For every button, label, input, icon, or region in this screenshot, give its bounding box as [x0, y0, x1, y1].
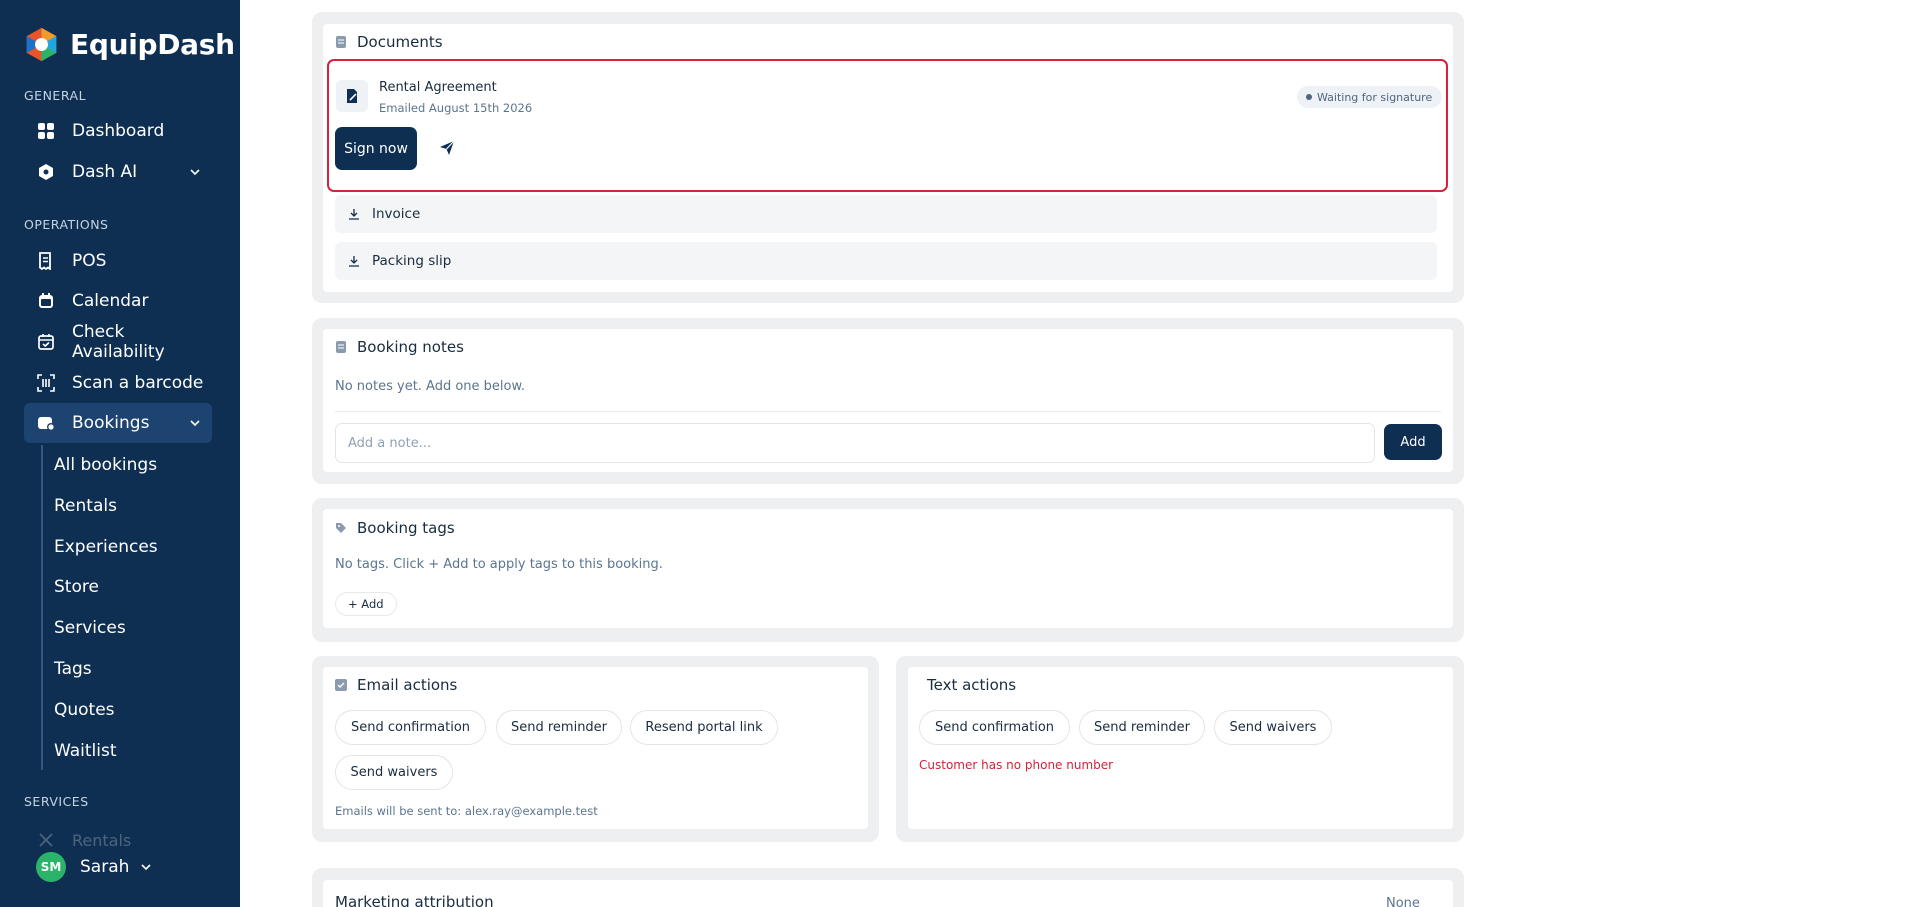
nav-calendar[interactable]: Calendar [24, 281, 212, 321]
download-icon [349, 256, 359, 267]
email-send-reminder-button[interactable]: Send reminder [496, 710, 622, 745]
user-menu[interactable]: SM Sarah [36, 852, 153, 882]
checkbox-icon [335, 679, 347, 691]
avatar: SM [36, 852, 66, 882]
ai-icon [37, 163, 55, 181]
tags-empty-text: No tags. Click + Add to apply tags to th… [335, 557, 663, 572]
sub-item-experiences[interactable]: Experiences [54, 532, 158, 562]
sub-item-quotes[interactable]: Quotes [54, 695, 115, 725]
email-recipient-note: Emails will be sent to: alex.ray@example… [335, 804, 598, 818]
download-icon [349, 209, 359, 220]
dashboard-icon [37, 122, 55, 140]
text-send-waivers-button[interactable]: Send waivers [1214, 710, 1332, 745]
documents-title: Documents [335, 33, 443, 51]
add-note-button[interactable]: Add [1384, 424, 1442, 460]
booking-notes-title-text: Booking notes [357, 338, 464, 356]
document-icon [336, 341, 346, 353]
nav-services-rentals[interactable]: Rentals [24, 830, 212, 850]
app-logo[interactable]: EquipDash [23, 26, 235, 63]
documents-title-text: Documents [357, 33, 443, 51]
nav-check-availability-label: Check Availability [72, 322, 165, 362]
section-general: GENERAL [24, 88, 87, 103]
add-tag-button[interactable]: + Add [335, 592, 397, 616]
nav-pos[interactable]: POS [24, 241, 212, 281]
nav-scan-barcode-label: Scan a barcode [72, 373, 204, 393]
email-send-waivers-button[interactable]: Send waivers [335, 755, 453, 790]
nav-pos-label: POS [72, 251, 107, 271]
nav-scan-barcode[interactable]: Scan a barcode [24, 363, 212, 403]
chevron-down-icon[interactable] [188, 165, 202, 179]
sub-item-all-bookings[interactable]: All bookings [54, 450, 157, 480]
chevron-down-icon[interactable] [188, 416, 202, 430]
email-resend-portal-link-button[interactable]: Resend portal link [630, 710, 778, 745]
sub-item-tags[interactable]: Tags [54, 654, 92, 684]
tag-icon [336, 523, 346, 533]
email-send-confirmation-button[interactable]: Send confirmation [335, 710, 486, 745]
email-actions-title-text: Email actions [357, 676, 458, 694]
nav-dash-ai[interactable]: Dash AI [24, 152, 212, 192]
divider [335, 411, 1441, 412]
marketing-attribution-title-text: Marketing attribution [335, 893, 494, 907]
document-icon [336, 36, 346, 48]
sub-item-store[interactable]: Store [54, 572, 99, 602]
booking-tags-title: Booking tags [335, 519, 455, 537]
invoice-row[interactable]: Invoice [335, 195, 1437, 233]
bookings-icon [37, 414, 55, 432]
calendar-icon [37, 292, 55, 310]
nav-calendar-label: Calendar [72, 291, 149, 311]
submenu-rail [41, 445, 43, 770]
app-name: EquipDash [70, 28, 235, 61]
nav-bookings[interactable]: Bookings [24, 403, 212, 443]
agreement-title: Rental Agreement [379, 80, 497, 95]
booking-notes-title: Booking notes [335, 338, 464, 356]
nav-services-rentals-label: Rentals [72, 830, 132, 850]
equipdash-logo-icon [26, 27, 57, 62]
text-actions-title: Text actions [927, 676, 1016, 694]
nav-dash-ai-label: Dash AI [72, 162, 138, 182]
text-send-reminder-button[interactable]: Send reminder [1079, 710, 1205, 745]
send-icon[interactable] [438, 139, 456, 157]
no-phone-error: Customer has no phone number [919, 758, 1114, 772]
packing-slip-row[interactable]: Packing slip [335, 242, 1437, 280]
nav-dashboard-label: Dashboard [72, 121, 165, 141]
sub-item-waitlist[interactable]: Waitlist [54, 736, 117, 766]
nav-bookings-label: Bookings [72, 413, 150, 433]
calendar-check-icon [37, 333, 55, 351]
rental-agreement-highlight [327, 59, 1448, 192]
status-badge: Waiting for signature [1297, 86, 1443, 108]
user-name: Sarah [80, 857, 130, 877]
email-actions-title: Email actions [335, 676, 457, 694]
text-send-confirmation-button[interactable]: Send confirmation [919, 710, 1070, 745]
text-actions-title-text: Text actions [927, 676, 1017, 694]
nav-dashboard[interactable]: Dashboard [24, 111, 212, 151]
booking-tags-title-text: Booking tags [357, 519, 455, 537]
note-input[interactable]: Add a note... [335, 423, 1375, 463]
sub-item-services[interactable]: Services [54, 613, 126, 643]
notes-empty-text: No notes yet. Add one below. [335, 379, 526, 394]
receipt-icon [37, 252, 55, 270]
tools-icon [37, 831, 55, 849]
document-sign-icon [336, 80, 368, 112]
invoice-label: Invoice [372, 206, 421, 222]
agreement-subtitle: Emailed August 15th 2026 [379, 101, 533, 115]
packing-slip-label: Packing slip [372, 253, 452, 269]
marketing-attribution-title: Marketing attribution [335, 893, 494, 907]
nav-check-availability[interactable]: Check Availability [24, 322, 212, 362]
sidebar: EquipDash GENERAL Dashboard Dash AI OPER… [0, 0, 240, 907]
sign-now-button[interactable]: Sign now [335, 127, 417, 170]
section-operations: OPERATIONS [24, 217, 109, 232]
chevron-down-icon[interactable] [139, 860, 153, 874]
section-services: SERVICES [24, 794, 89, 809]
marketing-attribution-value: None [1386, 896, 1420, 907]
sub-item-rentals[interactable]: Rentals [54, 491, 117, 521]
barcode-scan-icon [37, 374, 55, 392]
